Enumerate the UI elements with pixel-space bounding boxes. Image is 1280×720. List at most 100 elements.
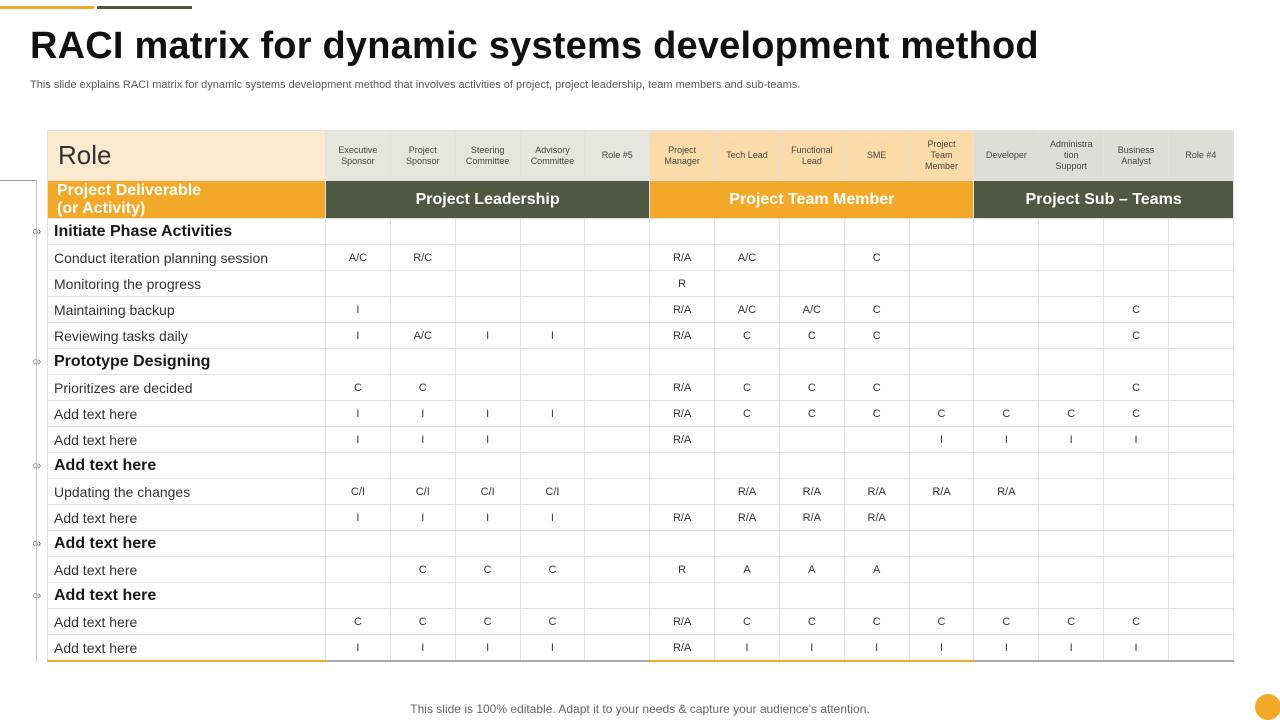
phase-row: ○› Add text here: [32, 452, 1234, 479]
raci-cell: I: [1103, 426, 1169, 453]
raci-cell: C: [843, 400, 910, 427]
raci-cell: [973, 582, 1040, 609]
raci-cell: [1167, 218, 1234, 245]
group-header-team: Project Team Member: [649, 180, 975, 219]
raci-cell: C/I: [389, 478, 456, 505]
table-row: Prioritizes are decided C C R/A C C C C: [47, 374, 1234, 401]
table-row: Monitoring the progress R: [47, 270, 1234, 297]
raci-cell: I: [1103, 634, 1169, 662]
raci-cell: [454, 218, 521, 245]
raci-cell: [1038, 582, 1105, 609]
raci-cell: C: [778, 322, 845, 349]
raci-cell: [1167, 296, 1234, 323]
activity-label: Updating the changes: [47, 478, 326, 505]
column-header: Tech Lead: [714, 130, 780, 181]
raci-cell: [843, 426, 910, 453]
raci-cell: [1167, 400, 1234, 427]
raci-cell: [1167, 530, 1234, 557]
raci-cell: C: [714, 608, 780, 635]
raci-cell: [908, 348, 975, 375]
raci-cell: R/A: [714, 478, 780, 505]
raci-cell: [843, 348, 910, 375]
raci-cell: C: [1103, 400, 1169, 427]
raci-cell: C/I: [325, 478, 391, 505]
activity-label: Add text here: [47, 556, 326, 583]
raci-cell: [1167, 582, 1234, 609]
phase-label-text: Add text here: [54, 586, 157, 604]
raci-cell: I: [454, 400, 521, 427]
raci-cell: C: [973, 608, 1040, 635]
raci-cell: I: [1038, 634, 1105, 662]
raci-cell: R/A: [778, 478, 845, 505]
raci-cell: [973, 296, 1040, 323]
raci-cell: [714, 348, 780, 375]
raci-cell: [973, 244, 1040, 271]
raci-cell: [908, 452, 975, 479]
raci-cell: [454, 530, 521, 557]
raci-cell: R/A: [649, 426, 716, 453]
raci-cell: C: [843, 244, 910, 271]
raci-cell: [973, 556, 1040, 583]
raci-cell: [454, 348, 521, 375]
raci-cell: [1167, 452, 1234, 479]
raci-cell: [908, 582, 975, 609]
raci-cell: R/A: [843, 478, 910, 505]
column-header: Role #5: [584, 130, 651, 181]
raci-cell: [454, 244, 521, 271]
phase-label: ○› Add text here: [32, 582, 326, 609]
column-header: Steering Committee: [454, 130, 521, 181]
raci-cell: C: [778, 608, 845, 635]
raci-cell: [1038, 530, 1105, 557]
raci-cell: [519, 296, 586, 323]
table-row: Reviewing tasks daily I A/C I I R/A C C C C: [47, 322, 1234, 349]
raci-cell: [1167, 504, 1234, 531]
raci-cell: [454, 452, 521, 479]
chevron-right-icon: ○›: [32, 537, 41, 550]
raci-cell: R/A: [649, 400, 716, 427]
raci-cell: R: [649, 270, 716, 297]
raci-cell: [1038, 270, 1105, 297]
raci-cell: [325, 530, 391, 557]
group-header-sub: Project Sub – Teams: [973, 180, 1234, 219]
raci-cell: I: [454, 322, 521, 349]
raci-cell: [1103, 556, 1169, 583]
raci-cell: A: [714, 556, 780, 583]
group-header-lead: Project Leadership: [324, 180, 651, 219]
raci-cell: C: [714, 400, 780, 427]
chevron-right-icon: ○›: [32, 355, 41, 368]
raci-cell: [389, 582, 456, 609]
phase-label: ○› Prototype Designing: [32, 348, 326, 375]
raci-cell: A: [843, 556, 910, 583]
raci-cell: C: [778, 400, 845, 427]
raci-cell: I: [389, 426, 456, 453]
raci-cell: I: [325, 296, 391, 323]
table-row: Conduct iteration planning session A/C R/C…: [47, 244, 1234, 271]
raci-cell: [1103, 218, 1169, 245]
raci-cell: [1167, 478, 1234, 505]
activity-label: Add text here: [47, 400, 326, 427]
raci-cell: [1167, 426, 1234, 453]
raci-cell: [973, 322, 1040, 349]
raci-cell: R/A: [649, 374, 716, 401]
table-row: Add text here C C C C R/A C C C C C C C: [47, 608, 1234, 635]
raci-cell: [1038, 556, 1105, 583]
role-header-row: Role Executive Sponsor Project Sponsor Steer…: [47, 130, 1234, 181]
raci-cell: C: [714, 374, 780, 401]
column-header: Project Sponsor: [389, 130, 456, 181]
raci-cell: C: [778, 374, 845, 401]
raci-cell: [649, 452, 716, 479]
raci-cell: [584, 478, 651, 505]
raci-cell: [584, 452, 651, 479]
raci-cell: [778, 218, 845, 245]
activity-label: Conduct iteration planning session: [47, 244, 326, 271]
raci-cell: [714, 452, 780, 479]
activity-label: Reviewing tasks daily: [47, 322, 326, 349]
activity-label: Add text here: [47, 634, 326, 662]
raci-cell: [1103, 530, 1169, 557]
raci-cell: C: [908, 400, 975, 427]
raci-cell: [584, 530, 651, 557]
raci-cell: C: [325, 608, 391, 635]
phase-row: ○› Initiate Phase Activities: [32, 218, 1234, 245]
raci-cell: [778, 244, 845, 271]
raci-cell: [1167, 322, 1234, 349]
